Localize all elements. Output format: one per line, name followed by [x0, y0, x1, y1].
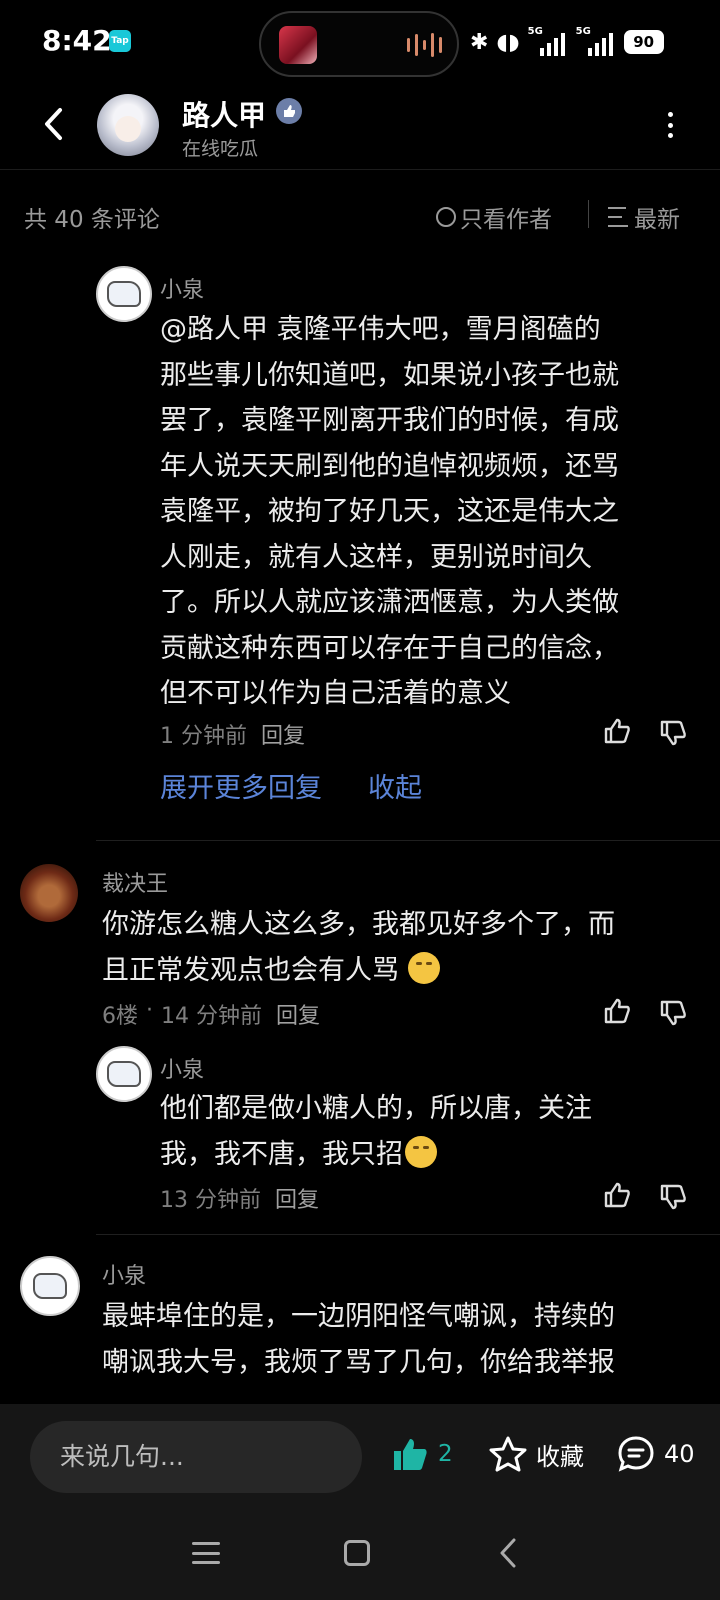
nav-back-icon[interactable]: [494, 1536, 524, 1570]
reply-link[interactable]: 回复: [261, 718, 305, 750]
status-time: 8:42: [42, 24, 112, 57]
comment-input[interactable]: 来说几句...: [30, 1421, 362, 1493]
collapse-replies[interactable]: 收起: [368, 766, 422, 805]
expand-more-replies[interactable]: 展开更多回复: [160, 766, 322, 805]
bottom-action-bar: 来说几句... 2 收藏 40: [0, 1404, 720, 1514]
thumb-up-icon: [394, 1439, 427, 1470]
thumb-up-icon[interactable]: [602, 996, 632, 1026]
sort-newest-button[interactable]: 最新: [608, 200, 680, 234]
comment-time: 13 分钟前: [160, 1188, 261, 1213]
reply-link[interactable]: 回复: [276, 998, 320, 1030]
reply-item: 小泉 @路人甲 袁隆平伟大吧，雪月阁磕的 那些事儿你知道吧，如果说小孩子也就 罢…: [0, 262, 720, 822]
verify-icon: [276, 98, 302, 124]
commenter-avatar[interactable]: [96, 1046, 152, 1102]
thumb-down-icon[interactable]: [658, 998, 688, 1028]
commenter-avatar[interactable]: [96, 266, 152, 322]
commenter-avatar[interactable]: [20, 864, 78, 922]
comment-text[interactable]: 最蚌埠住的是，一边阴阳怪气嘲讽，持续的 嘲讽我大号，我烦了骂了几句，你给我举报: [102, 1294, 615, 1385]
comments-count: 40: [664, 1440, 695, 1468]
star-icon: [489, 1436, 527, 1472]
taptap-app-icon: Tap: [109, 30, 131, 52]
comment-text[interactable]: @路人甲 袁隆平伟大吧，雪月阁磕的 那些事儿你知道吧，如果说小孩子也就 罢了，袁…: [160, 307, 619, 717]
sort-label: 最新: [634, 207, 680, 233]
page-header: 路人甲 在线吃瓜: [0, 86, 720, 170]
thumb-up-icon[interactable]: [602, 1180, 632, 1210]
like-count: 2: [438, 1441, 453, 1467]
commenter-avatar[interactable]: [20, 1256, 80, 1316]
signal-icon-2: 5G: [576, 26, 616, 56]
nav-menu-icon[interactable]: [192, 1542, 220, 1564]
comment-bubble-icon: [618, 1436, 654, 1472]
comment-text[interactable]: 他们都是做小糖人的，所以唐，关注 我，我不唐，我只招: [160, 1086, 592, 1177]
author-only-label: 只看作者: [460, 207, 552, 233]
audio-wave-icon: [407, 33, 442, 57]
comment-meta: 6楼 · 14 分钟前 回复: [102, 998, 321, 1030]
earbuds-icon: ◖◗: [496, 29, 520, 55]
system-nav-bar: [0, 1514, 720, 1600]
commenter-name[interactable]: 小泉: [160, 1052, 204, 1084]
grin-emoji-icon: [405, 1135, 437, 1168]
author-only-toggle[interactable]: 只看作者: [436, 200, 552, 234]
comment-item: 裁决王 你游怎么糖人这么多，我都见好多个了，而 且正常发观点也会有人骂 6楼 ·…: [0, 850, 720, 1030]
more-icon[interactable]: [660, 110, 680, 140]
divider: [588, 200, 589, 228]
status-bar: 8:42 Tap ✱ ◖◗ 5G 5G 90: [0, 0, 720, 86]
sort-icon: [608, 207, 630, 227]
user-name[interactable]: 路人甲: [182, 94, 266, 134]
commenter-name[interactable]: 小泉: [102, 1258, 146, 1290]
favorite-label: 收藏: [536, 1442, 584, 1471]
radio-circle-icon: [436, 207, 456, 227]
back-icon[interactable]: [34, 104, 74, 144]
favorite-button[interactable]: 收藏: [488, 1434, 584, 1474]
row-divider: [96, 840, 720, 841]
comment-item: 小泉 最蚌埠住的是，一边阴阳怪气嘲讽，持续的 嘲讽我大号，我烦了骂了几句，你给我…: [0, 1250, 720, 1404]
reply-item: 小泉 他们都是做小糖人的，所以唐，关注 我，我不唐，我只招 13 分钟前 回复: [0, 1046, 720, 1216]
bluetooth-icon: ✱: [470, 29, 489, 55]
reply-link[interactable]: 回复: [275, 1182, 319, 1214]
comment-meta: 1 分钟前 回复: [160, 718, 305, 750]
comment-time: 1 分钟前: [160, 724, 247, 749]
comment-count: 共 40 条评论: [24, 207, 160, 233]
comment-text[interactable]: 你游怎么糖人这么多，我都见好多个了，而 且正常发观点也会有人骂: [102, 902, 615, 993]
comment-filter-bar: 共 40 条评论 只看作者 最新: [0, 170, 720, 262]
sweat-emoji-icon: [407, 951, 440, 984]
like-button[interactable]: 2: [390, 1434, 453, 1474]
thumb-down-icon[interactable]: [658, 718, 688, 748]
user-subtitle: 在线吃瓜: [182, 138, 259, 160]
commenter-name[interactable]: 小泉: [160, 272, 204, 304]
comment-time: 14 分钟前: [161, 1004, 262, 1029]
thumb-down-icon[interactable]: [658, 1182, 688, 1212]
comments-button[interactable]: 40: [616, 1434, 695, 1474]
signal-icon: 5G: [528, 26, 568, 56]
floor-number: 6楼: [102, 1004, 138, 1029]
status-icons: ✱ ◖◗ 5G 5G 90: [470, 26, 664, 58]
dynamic-island[interactable]: [259, 11, 459, 77]
comment-meta: 13 分钟前 回复: [160, 1182, 319, 1214]
user-avatar[interactable]: [97, 94, 159, 156]
now-playing-cover: [279, 26, 317, 64]
commenter-name[interactable]: 裁决王: [102, 866, 168, 898]
row-divider: [96, 1234, 720, 1235]
nav-home-icon[interactable]: [344, 1540, 370, 1566]
thumb-up-icon[interactable]: [602, 716, 632, 746]
battery-indicator: 90: [623, 30, 664, 54]
